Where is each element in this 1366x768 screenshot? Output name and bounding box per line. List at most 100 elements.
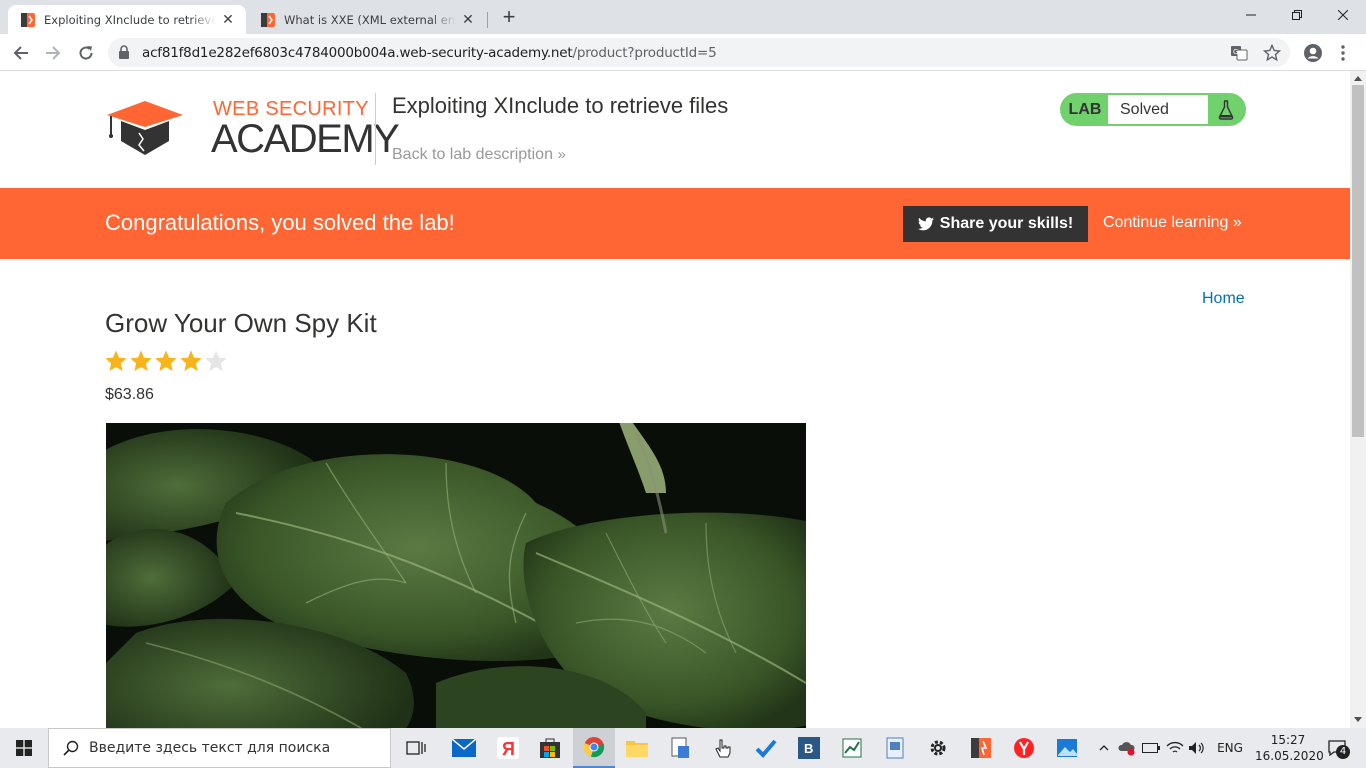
menu-button[interactable] (1330, 40, 1356, 66)
lab-status-widget: LAB Solved (1060, 93, 1246, 126)
taskbar-search-box[interactable]: Введите здесь текст для поиска (48, 728, 391, 768)
todo-app-button[interactable] (746, 728, 786, 768)
chrome-app-button[interactable] (573, 728, 615, 768)
reload-icon (79, 46, 93, 60)
close-tab-icon[interactable]: ✕ (220, 12, 236, 28)
star-empty-icon (205, 350, 227, 371)
store-icon (540, 738, 560, 758)
document-app-button[interactable] (660, 728, 700, 768)
bookmark-star-icon[interactable] (1263, 44, 1281, 62)
back-link-label: Back to lab description (392, 146, 553, 163)
wifi-icon (1166, 741, 1184, 753)
task-view-button[interactable] (396, 728, 436, 768)
back-button[interactable] (8, 40, 34, 66)
double-chevron-right-icon: » (1232, 214, 1242, 231)
lab-header: WEB SECURITY ACADEMY Exploiting XInclude… (0, 71, 1350, 188)
task-view-icon (406, 741, 426, 755)
chrome-icon (583, 737, 605, 758)
notifications-button[interactable]: 4 (1322, 728, 1352, 768)
logo-academy-text: ACADEMY (211, 117, 400, 161)
url-text: acf81f8d1e282ef6803c4784000b004a.web-sec… (142, 45, 717, 61)
share-skills-label: Share your skills! (939, 215, 1074, 232)
clock-date: 16.05.2020 (1255, 749, 1324, 763)
burp-suite-button[interactable] (961, 728, 1001, 768)
star-filled-icon (130, 350, 152, 371)
scroll-down-icon[interactable] (1354, 717, 1362, 722)
yandex-browser-button[interactable]: Я (488, 728, 528, 768)
touch-app-button[interactable] (703, 728, 743, 768)
solved-banner: Congratulations, you solved the lab! Sha… (0, 188, 1350, 259)
star-filled-icon (105, 350, 127, 371)
logo-divider (375, 93, 376, 165)
start-button[interactable] (0, 728, 48, 768)
mail-app-button[interactable] (444, 728, 484, 768)
tab-title: What is XXE (XML external entity) i (284, 12, 456, 27)
document-icon (671, 737, 689, 758)
tab-separator (487, 12, 488, 28)
clock-time: 15:27 (1270, 733, 1306, 747)
tab-strip: Exploiting XInclude to retrieve file ✕ W… (0, 0, 1366, 34)
star-filled-icon (180, 350, 202, 371)
back-to-lab-description-link[interactable]: Back to lab description » (392, 146, 566, 164)
share-skills-button[interactable]: Share your skills! (903, 206, 1088, 242)
vk-app-button[interactable]: B (789, 728, 829, 768)
restore-button[interactable] (1274, 0, 1320, 30)
close-tab-icon[interactable]: ✕ (460, 12, 476, 28)
page-scrollbar[interactable] (1350, 71, 1366, 728)
photos-app-button[interactable] (1047, 728, 1087, 768)
close-window-button[interactable] (1320, 0, 1366, 30)
tab-what-is-xxe[interactable]: What is XXE (XML external entity) i ✕ (248, 5, 486, 34)
search-icon (63, 740, 79, 756)
lab-status-text: Solved (1108, 95, 1208, 124)
volume-button[interactable] (1186, 728, 1208, 768)
academy-logo[interactable]: WEB SECURITY ACADEMY (105, 97, 400, 161)
store-app-button[interactable] (530, 728, 570, 768)
chart-app-icon (842, 738, 862, 758)
input-language-button[interactable]: ENG (1210, 728, 1250, 768)
address-bar[interactable]: acf81f8d1e282ef6803c4784000b004a.web-sec… (108, 38, 1290, 67)
search-placeholder: Введите здесь текст для поиска (89, 740, 331, 756)
tab-title: Exploiting XInclude to retrieve file (44, 12, 216, 27)
star-filled-icon (155, 350, 177, 371)
translate-icon[interactable]: G (1230, 44, 1248, 62)
hand-pointer-icon (715, 739, 731, 758)
continue-learning-link[interactable]: Continue learning » (1103, 214, 1242, 232)
flask-icon (1218, 99, 1234, 120)
folder-icon (626, 741, 648, 757)
browser-toolbar: acf81f8d1e282ef6803c4784000b004a.web-sec… (0, 34, 1366, 71)
windows-taskbar: Введите здесь текст для поиска Я B ENG 1… (0, 728, 1366, 768)
reload-button[interactable] (73, 40, 99, 66)
speaker-icon (1189, 742, 1204, 754)
vk-icon: B (798, 737, 820, 759)
flask-icon-container (1208, 99, 1244, 120)
language-indicator: ENG (1217, 741, 1243, 755)
file-explorer-button[interactable] (617, 728, 657, 768)
mail-icon (452, 739, 476, 757)
tray-app-button[interactable] (1116, 728, 1138, 768)
scroll-up-icon[interactable] (1354, 76, 1362, 81)
cloud-error-icon (1118, 742, 1135, 756)
forward-button[interactable] (40, 40, 66, 66)
tab-exploiting-xinclude[interactable]: Exploiting XInclude to retrieve file ✕ (8, 5, 246, 34)
minimize-button[interactable] (1228, 0, 1274, 30)
portswigger-favicon-icon (21, 12, 35, 27)
network-button[interactable] (1164, 728, 1186, 768)
new-tab-button[interactable]: + (498, 6, 520, 29)
image-viewer-button[interactable] (875, 728, 915, 768)
lock-icon[interactable] (118, 45, 130, 59)
settings-app-button[interactable] (918, 728, 958, 768)
minimize-icon (1246, 14, 1256, 16)
home-link[interactable]: Home (1202, 290, 1245, 308)
profile-button[interactable] (1300, 40, 1326, 66)
chart-app-button[interactable] (832, 728, 872, 768)
scrollbar-thumb[interactable] (1352, 85, 1364, 437)
battery-icon (1142, 743, 1160, 753)
yandex-app-button[interactable] (1004, 728, 1044, 768)
chevron-up-icon (1099, 745, 1109, 751)
arrow-left-icon (13, 46, 28, 60)
product-image (106, 423, 806, 728)
battery-button[interactable] (1140, 728, 1162, 768)
product-rating (104, 349, 228, 373)
show-hidden-icons-button[interactable] (1094, 728, 1114, 768)
taskbar-clock[interactable]: 15:27 16.05.2020 (1255, 732, 1324, 764)
